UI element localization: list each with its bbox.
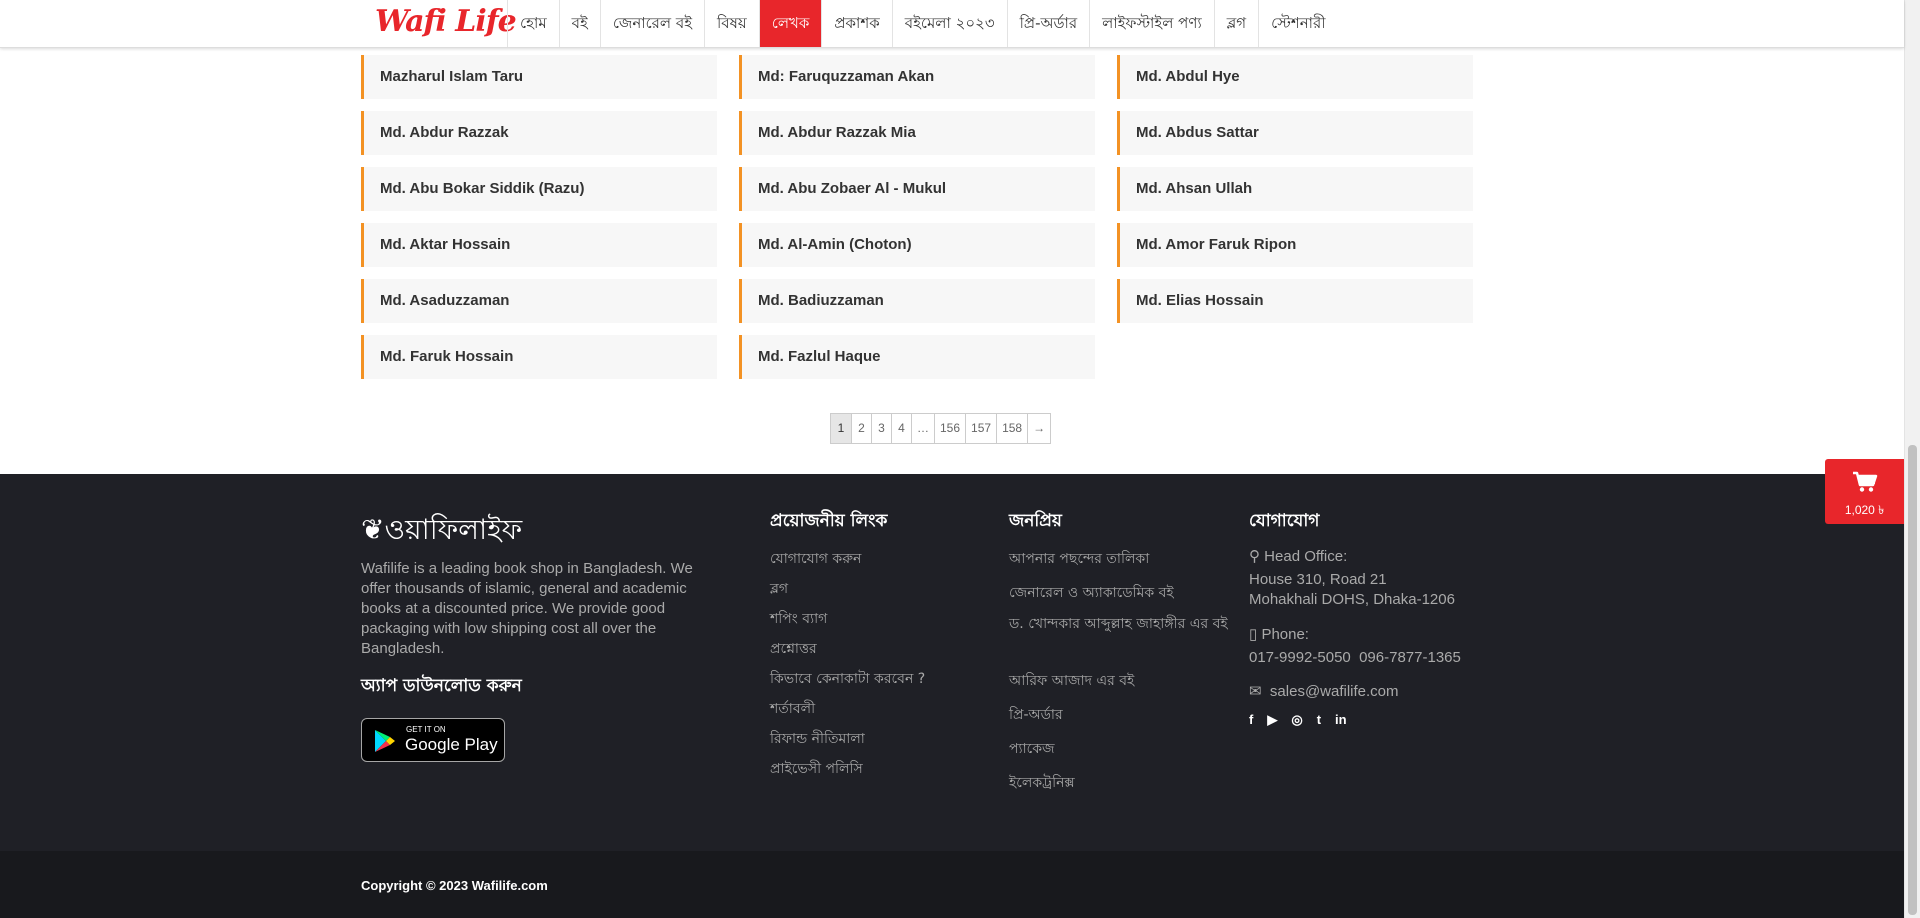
popular-links-list: আপনার পছন্দের তালিকা জেনারেল ও অ্যাকাডেম… <box>1009 547 1234 805</box>
footer-link-package[interactable]: প্যাকেজ <box>1009 737 1234 771</box>
footer-link-privacy[interactable]: প্রাইভেসী পলিসি <box>770 757 925 787</box>
footer-link-blog[interactable]: ব্লগ <box>770 577 925 607</box>
footer-link-wishlist[interactable]: আপনার পছন্দের তালিকা <box>1009 547 1234 581</box>
google-play-icon <box>375 730 395 752</box>
footer-link-refund[interactable]: রিফান্ড নীতিমালা <box>770 727 925 757</box>
main-nav: হোম বই জেনারেল বই বিষয় লেখক প্রকাশক বইম… <box>507 0 1338 47</box>
mobile-phone-icon: ▯ <box>1249 626 1258 643</box>
map-marker-icon: ⚲ <box>1249 548 1260 565</box>
author-card[interactable]: Md. Fazlul Haque <box>739 335 1095 379</box>
author-card[interactable]: Md. Abu Zobaer Al - Mukul <box>739 167 1095 211</box>
author-grid: Mazharul Islam Taru Md: Faruquzzaman Aka… <box>361 55 1473 379</box>
pagination: 1 2 3 4 … 156 157 158 → <box>830 413 1052 444</box>
footer-link-shopping-bag[interactable]: শপিং ব্যাগ <box>770 607 925 637</box>
footer <box>0 474 1904 851</box>
scrollbar-thumb[interactable] <box>1908 445 1917 915</box>
phone-numbers: 017-9992-5050 096-7877-1365 <box>1249 649 1461 666</box>
nav-item-authors[interactable]: লেখক <box>758 0 822 47</box>
author-card[interactable]: Md. Ahsan Ullah <box>1117 167 1473 211</box>
nav-item-publishers[interactable]: প্রকাশক <box>821 0 891 47</box>
footer-link-terms[interactable]: শর্তাবলী <box>770 697 925 727</box>
useful-links-list: যোগাযোগ করুন ব্লগ শপিং ব্যাগ প্রশ্নোত্তর… <box>770 547 925 787</box>
footer-link-preorder[interactable]: প্রি-অর্ডার <box>1009 703 1234 737</box>
author-card[interactable]: Md. Abu Bokar Siddik (Razu) <box>361 167 717 211</box>
app-download-title: অ্যাপ ডাউনলোড করুন <box>361 676 522 696</box>
facebook-icon[interactable]: f <box>1249 712 1253 728</box>
pagination-ellipsis: … <box>911 414 934 443</box>
author-card[interactable]: Md. Abdur Razzak Mia <box>739 111 1095 155</box>
author-card[interactable]: Md. Elias Hossain <box>1117 279 1473 323</box>
author-card[interactable]: Md. Badiuzzaman <box>739 279 1095 323</box>
author-card[interactable]: Md. Amor Faruk Ripon <box>1117 223 1473 267</box>
envelope-icon: ✉ <box>1249 683 1262 700</box>
footer-link-arif-azad[interactable]: আরিফ আজাদ এর বই <box>1009 669 1234 703</box>
useful-links-title: প্রয়োজনীয় লিংক <box>770 511 888 531</box>
author-card[interactable]: Md. Al-Amin (Choton) <box>739 223 1095 267</box>
social-links: f ▶ ◎ t in <box>1249 712 1347 728</box>
leaf-icon: ❦ <box>361 513 385 546</box>
author-card[interactable]: Md. Abdus Sattar <box>1117 111 1473 155</box>
nav-item-blog[interactable]: ব্লগ <box>1213 0 1258 47</box>
author-card[interactable]: Md. Aktar Hossain <box>361 223 717 267</box>
nav-item-general-books[interactable]: জেনারেল বই <box>599 0 704 47</box>
footer-link-faq[interactable]: প্রশ্নোত্তর <box>770 637 925 667</box>
footer-link-dr-khondokar[interactable]: ড. খোন্দকার আব্দুল্লাহ জাহাঙ্গীর এর বই <box>1009 615 1234 669</box>
next-page-arrow-icon[interactable]: → <box>1027 414 1051 443</box>
page-1-link[interactable]: 1 <box>831 414 851 443</box>
twitter-icon[interactable]: t <box>1317 712 1321 728</box>
footer-link-how-to-buy[interactable]: কিভাবে কেনাকাটা করবেন ? <box>770 667 925 697</box>
page-157-link[interactable]: 157 <box>965 414 997 443</box>
nav-item-home[interactable]: হোম <box>507 0 559 47</box>
youtube-icon[interactable]: ▶ <box>1267 712 1277 728</box>
top-navbar: Wafi Life হোম বই জেনারেল বই বিষয় লেখক প… <box>0 0 1904 48</box>
footer-link-general-academic[interactable]: জেনারেল ও অ্যাকাডেমিক বই <box>1009 581 1234 615</box>
page-158-link[interactable]: 158 <box>996 414 1028 443</box>
copyright-text: Copyright © 2023 Wafilife.com <box>361 878 548 893</box>
cart-total: 1,020 ৳ <box>1844 503 1885 517</box>
nav-item-books[interactable]: বই <box>558 0 600 47</box>
site-logo[interactable]: Wafi Life <box>375 4 517 39</box>
instagram-icon[interactable]: ◎ <box>1291 712 1302 728</box>
footer-logo: ❦ওয়াফিলাইফ <box>361 513 523 546</box>
nav-item-preorder[interactable]: প্রি-অর্ডার <box>1006 0 1090 47</box>
email-row[interactable]: ✉ sales@wafilife.com <box>1249 682 1399 700</box>
nav-item-subjects[interactable]: বিষয় <box>704 0 759 47</box>
linkedin-icon[interactable]: in <box>1335 712 1347 728</box>
page-scrollbar[interactable] <box>1904 0 1920 918</box>
footer-link-electronics[interactable]: ইলেকট্রনিক্স <box>1009 771 1234 805</box>
address-line-1: House 310, Road 21 <box>1249 571 1387 588</box>
popular-title: জনপ্রিয় <box>1009 511 1062 531</box>
page-156-link[interactable]: 156 <box>934 414 966 443</box>
author-card[interactable]: Mazharul Islam Taru <box>361 55 717 99</box>
nav-item-book-fair[interactable]: বইমেলা ২০২৩ <box>891 0 1007 47</box>
author-card[interactable]: Md. Asaduzzaman <box>361 279 717 323</box>
page-4-link[interactable]: 4 <box>891 414 911 443</box>
head-office-label: ⚲ Head Office: <box>1249 548 1348 565</box>
author-card[interactable]: Md. Faruk Hossain <box>361 335 717 379</box>
page-2-link[interactable]: 2 <box>851 414 871 443</box>
about-text: Wafilife is a leading book shop in Bangl… <box>361 560 693 657</box>
author-card[interactable]: Md. Abdur Razzak <box>361 111 717 155</box>
author-card[interactable]: Md. Abdul Hye <box>1117 55 1473 99</box>
address-line-2: Mohakhali DOHS, Dhaka-1206 <box>1249 591 1455 608</box>
floating-cart-button[interactable]: 1,020 ৳ <box>1825 459 1904 524</box>
nav-item-stationery[interactable]: স্টেশনারী <box>1258 0 1337 47</box>
google-play-button[interactable]: GET IT ON Google Play <box>361 718 505 762</box>
page-3-link[interactable]: 3 <box>871 414 891 443</box>
footer-link-contact[interactable]: যোগাযোগ করুন <box>770 547 925 577</box>
footer-bottom-bar <box>0 851 1904 918</box>
phone-label: ▯ Phone: <box>1249 626 1309 643</box>
shopping-cart-icon <box>1853 471 1878 492</box>
author-card[interactable]: Md: Faruquzzaman Akan <box>739 55 1095 99</box>
contact-title: যোগাযোগ <box>1249 511 1320 531</box>
nav-item-lifestyle[interactable]: লাইফস্টাইল পণ্য <box>1089 0 1214 47</box>
